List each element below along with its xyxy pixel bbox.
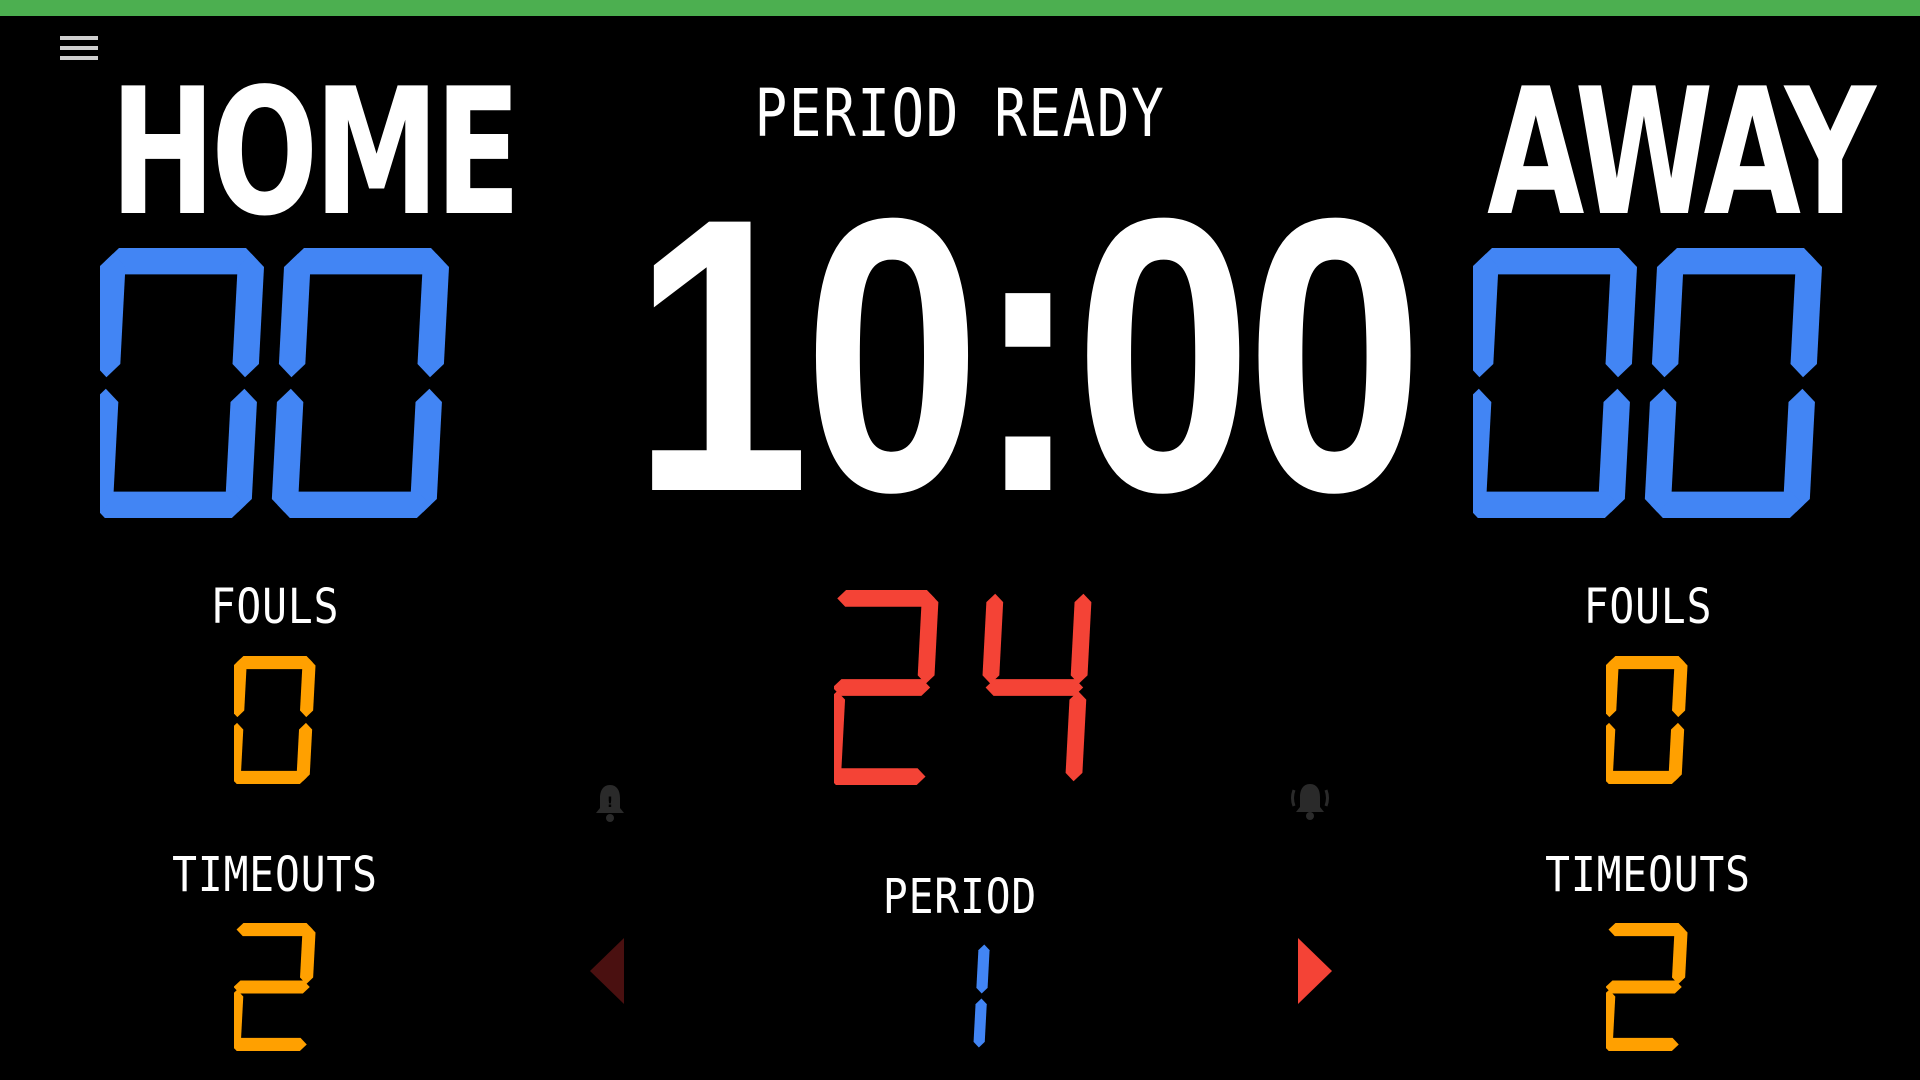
away-timeouts-value-digits	[1606, 923, 1688, 1051]
seven-segment-digit	[1606, 656, 1688, 784]
shot-clock[interactable]	[834, 590, 1092, 785]
scoreboard: HOME FOULS TIMEOUTS AWAY FOULS TIMEOUTS …	[0, 0, 1920, 1080]
hamburger-menu-icon[interactable]	[60, 34, 100, 64]
home-timeouts-label: TIMEOUTS	[172, 847, 378, 903]
away-fouls-label: FOULS	[1583, 579, 1713, 635]
home-fouls-value[interactable]	[234, 656, 316, 784]
home-fouls-value-digits	[234, 656, 316, 784]
away-score-digits	[1473, 248, 1823, 518]
seven-segment-digit	[100, 248, 265, 518]
away-score[interactable]	[1473, 248, 1823, 518]
seven-segment-digit	[834, 590, 939, 785]
home-fouls-label: FOULS	[210, 579, 340, 635]
triangle-right-icon[interactable]	[1296, 938, 1332, 1004]
home-score[interactable]	[100, 248, 450, 518]
bell-ringing-icon[interactable]	[1290, 780, 1330, 820]
period-value-digits	[973, 944, 990, 1048]
away-timeouts-value[interactable]	[1606, 923, 1688, 1051]
away-team-name[interactable]: AWAY	[1487, 66, 1876, 241]
triangle-left-icon[interactable]	[590, 938, 626, 1004]
shot-clock-digits	[834, 590, 1092, 785]
home-timeouts-value[interactable]	[234, 923, 316, 1051]
away-fouls-value-digits	[1606, 656, 1688, 784]
seven-segment-digit	[234, 923, 316, 1051]
seven-segment-digit	[271, 248, 450, 518]
seven-segment-digit	[973, 944, 990, 1048]
seven-segment-digit	[1606, 923, 1688, 1051]
away-timeouts-label: TIMEOUTS	[1545, 847, 1751, 903]
home-team-name[interactable]: HOME	[110, 66, 521, 241]
period-label: PERIOD	[882, 869, 1038, 925]
seven-segment-digit	[982, 593, 1092, 782]
away-fouls-value[interactable]	[1606, 656, 1688, 784]
seven-segment-digit	[1644, 248, 1823, 518]
home-timeouts-value-digits	[234, 923, 316, 1051]
game-clock[interactable]: 10:00	[632, 160, 1424, 550]
period-value[interactable]	[920, 942, 990, 1050]
seven-segment-digit	[1473, 248, 1638, 518]
svg-text:!: !	[607, 795, 613, 811]
seven-segment-digit	[234, 656, 316, 784]
home-score-digits	[100, 248, 450, 518]
bell-icon[interactable]: !	[593, 782, 627, 822]
top-status-bar	[0, 0, 1920, 16]
